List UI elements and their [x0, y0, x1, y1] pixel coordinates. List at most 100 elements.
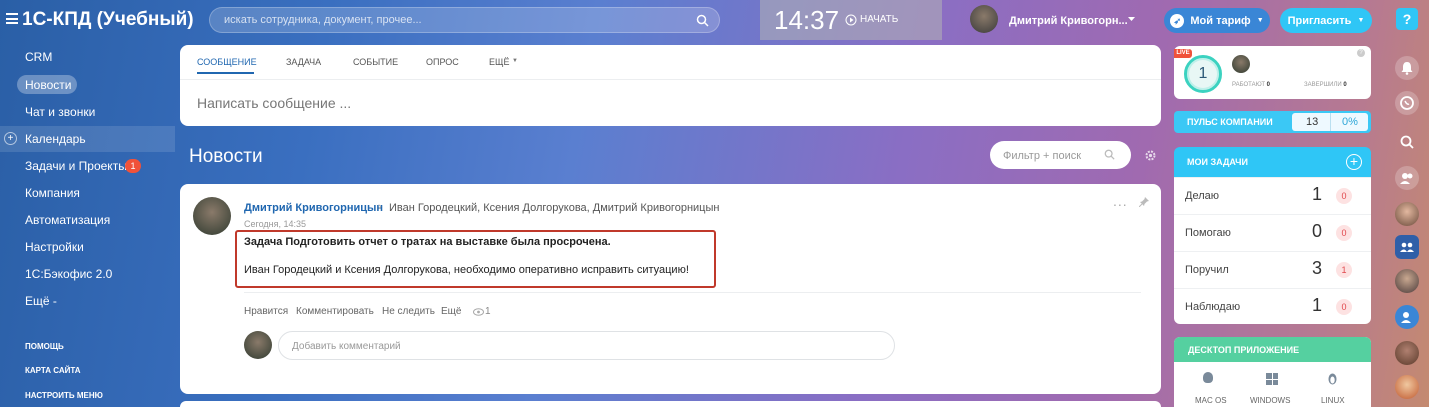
user-avatar-small: [1232, 55, 1250, 73]
workday-widget[interactable]: 14:37 НАЧАТЬ: [760, 0, 942, 40]
app-title[interactable]: 1С-КПД (Учебный): [22, 9, 194, 31]
tariff-label: Мой тариф: [1190, 14, 1251, 27]
sidebar-item-settings[interactable]: Настройки: [25, 240, 84, 254]
add-task-icon[interactable]: +: [1346, 154, 1362, 170]
tab-message[interactable]: СООБЩЕНИЕ: [197, 57, 257, 67]
linux-icon[interactable]: [1327, 372, 1338, 385]
tab-more[interactable]: ЕЩЁ: [489, 57, 509, 67]
post-text-line2: Иван Городецкий и Ксения Долгорукова, не…: [244, 264, 689, 276]
online-counter[interactable]: 1: [1184, 55, 1222, 93]
more-actions-button[interactable]: Ещё: [441, 306, 461, 317]
apple-icon[interactable]: [1203, 372, 1213, 383]
page-title: Новости: [189, 146, 263, 167]
os-mac-label[interactable]: MAC OS: [1195, 396, 1227, 405]
os-windows-label[interactable]: WINDOWS: [1250, 396, 1290, 405]
help-button[interactable]: ?: [1396, 8, 1418, 30]
task-row-label: Делаю: [1185, 190, 1219, 202]
os-linux-label[interactable]: LINUX: [1321, 396, 1345, 405]
post-divider: [244, 292, 1141, 293]
feed-filter[interactable]: Фильтр + поиск: [990, 141, 1131, 169]
contact-avatar[interactable]: [1395, 341, 1419, 365]
chevron-down-icon[interactable]: [1128, 17, 1135, 22]
clock-start-label[interactable]: НАЧАТЬ: [860, 14, 898, 25]
notifications-icon[interactable]: [1395, 56, 1419, 80]
like-button[interactable]: Нравится: [244, 306, 288, 317]
task-row-helping[interactable]: Помогаю 0 0: [1174, 214, 1371, 251]
company-pulse[interactable]: ПУЛЬС КОМПАНИИ 13 0%: [1174, 111, 1371, 133]
tab-task[interactable]: ЗАДАЧА: [286, 57, 321, 67]
contact-avatar[interactable]: [1395, 375, 1419, 399]
feed-post: [180, 184, 1161, 394]
pin-icon[interactable]: [1139, 197, 1149, 207]
tasks-widget-header: МОИ ЗАДАЧИ +: [1174, 147, 1371, 177]
menu-toggle-icon[interactable]: [6, 13, 18, 24]
comment-input[interactable]: Добавить комментарий: [278, 331, 895, 360]
pulse-label: ПУЛЬС КОМПАНИИ: [1187, 117, 1273, 127]
post-recipients[interactable]: Иван Городецкий, Ксения Долгорукова, Дми…: [389, 202, 719, 214]
sidebar-configure-link[interactable]: НАСТРОИТЬ МЕНЮ: [25, 391, 103, 400]
chevron-down-icon: ▼: [1256, 17, 1264, 24]
sidebar-item-more[interactable]: Ещё -: [25, 294, 57, 308]
info-icon[interactable]: ?: [1357, 49, 1365, 57]
rocket-icon: ➶: [1170, 13, 1185, 28]
composer-input[interactable]: Написать сообщение ...: [197, 95, 351, 111]
contact-avatar[interactable]: [1395, 269, 1419, 293]
play-icon: [845, 14, 857, 26]
task-row-watching[interactable]: Наблюдаю 1 0: [1174, 288, 1371, 324]
clock-time: 14:37: [774, 5, 840, 35]
contact-avatar[interactable]: [1395, 202, 1419, 226]
author-avatar[interactable]: [193, 197, 231, 235]
task-row-badge: 0: [1336, 188, 1352, 204]
pulse-percent: 0%: [1342, 116, 1358, 128]
search-icon[interactable]: [696, 14, 709, 27]
search-icon[interactable]: [1395, 130, 1419, 154]
post-more-button[interactable]: ...: [1113, 193, 1128, 209]
sidebar-item-backoffice[interactable]: 1С:Бэкофис 2.0: [25, 267, 112, 281]
search-icon[interactable]: [1104, 149, 1115, 160]
desktop-app-header: ДЕСКТОП ПРИЛОЖЕНИЕ: [1174, 337, 1371, 362]
pulse-value: 13: [1306, 116, 1319, 128]
add-user-icon[interactable]: [1395, 305, 1419, 329]
task-row-doing[interactable]: Делаю 1 0: [1174, 177, 1371, 214]
task-row-badge: 0: [1336, 299, 1352, 315]
global-search[interactable]: искать сотрудника, документ, прочее...: [209, 7, 720, 33]
sidebar-item-calendar[interactable]: Календарь: [25, 132, 86, 146]
tab-active-underline: [197, 72, 254, 74]
sidebar-item-tasks[interactable]: Задачи и Проекты: [25, 159, 127, 173]
pulse-value-box: 13 0%: [1292, 113, 1368, 131]
user-avatar[interactable]: [970, 5, 998, 33]
eye-icon: [473, 308, 484, 316]
commenter-avatar: [244, 331, 272, 359]
add-calendar-icon[interactable]: +: [4, 132, 17, 145]
invite-button[interactable]: Пригласить ▼: [1280, 8, 1372, 33]
task-row-assigned[interactable]: Поручил 3 1: [1174, 251, 1371, 288]
tab-poll[interactable]: ОПРОС: [426, 57, 459, 67]
sidebar-item-company[interactable]: Компания: [25, 186, 80, 200]
user-name[interactable]: Дмитрий Кривогорн...: [1009, 15, 1128, 27]
chat-icon[interactable]: [1395, 91, 1419, 115]
tariff-button[interactable]: ➶ Мой тариф ▼: [1164, 8, 1270, 33]
gear-icon[interactable]: [1144, 149, 1157, 162]
task-row-label: Поручил: [1185, 264, 1229, 276]
task-row-badge: 1: [1336, 262, 1352, 278]
sidebar-item-chat[interactable]: Чат и звонки: [25, 105, 95, 119]
task-row-count: 0: [1312, 221, 1323, 241]
contacts-icon[interactable]: [1395, 166, 1419, 190]
windows-icon[interactable]: [1266, 373, 1278, 385]
sidebar-item-crm[interactable]: CRM: [25, 50, 52, 64]
search-placeholder: искать сотрудника, документ, прочее...: [224, 14, 422, 26]
comment-button[interactable]: Комментировать: [296, 306, 374, 317]
comment-placeholder: Добавить комментарий: [292, 341, 401, 352]
post-author[interactable]: Дмитрий Кривогорницын: [244, 202, 383, 214]
view-count: 1: [485, 306, 491, 317]
working-label: РАБОТАЮТ 0: [1232, 82, 1271, 88]
group-chat-icon[interactable]: [1395, 235, 1419, 259]
sidebar-item-news[interactable]: Новости: [25, 78, 71, 92]
tab-event[interactable]: СОБЫТИЕ: [353, 57, 398, 67]
unfollow-button[interactable]: Не следить: [382, 306, 435, 317]
chevron-right-icon: ›: [378, 201, 382, 213]
sidebar-help-link[interactable]: ПОМОЩЬ: [25, 342, 64, 351]
sidebar-item-automation[interactable]: Автоматизация: [25, 213, 110, 227]
task-row-label: Помогаю: [1185, 227, 1231, 239]
sidebar-sitemap-link[interactable]: КАРТА САЙТА: [25, 366, 81, 375]
